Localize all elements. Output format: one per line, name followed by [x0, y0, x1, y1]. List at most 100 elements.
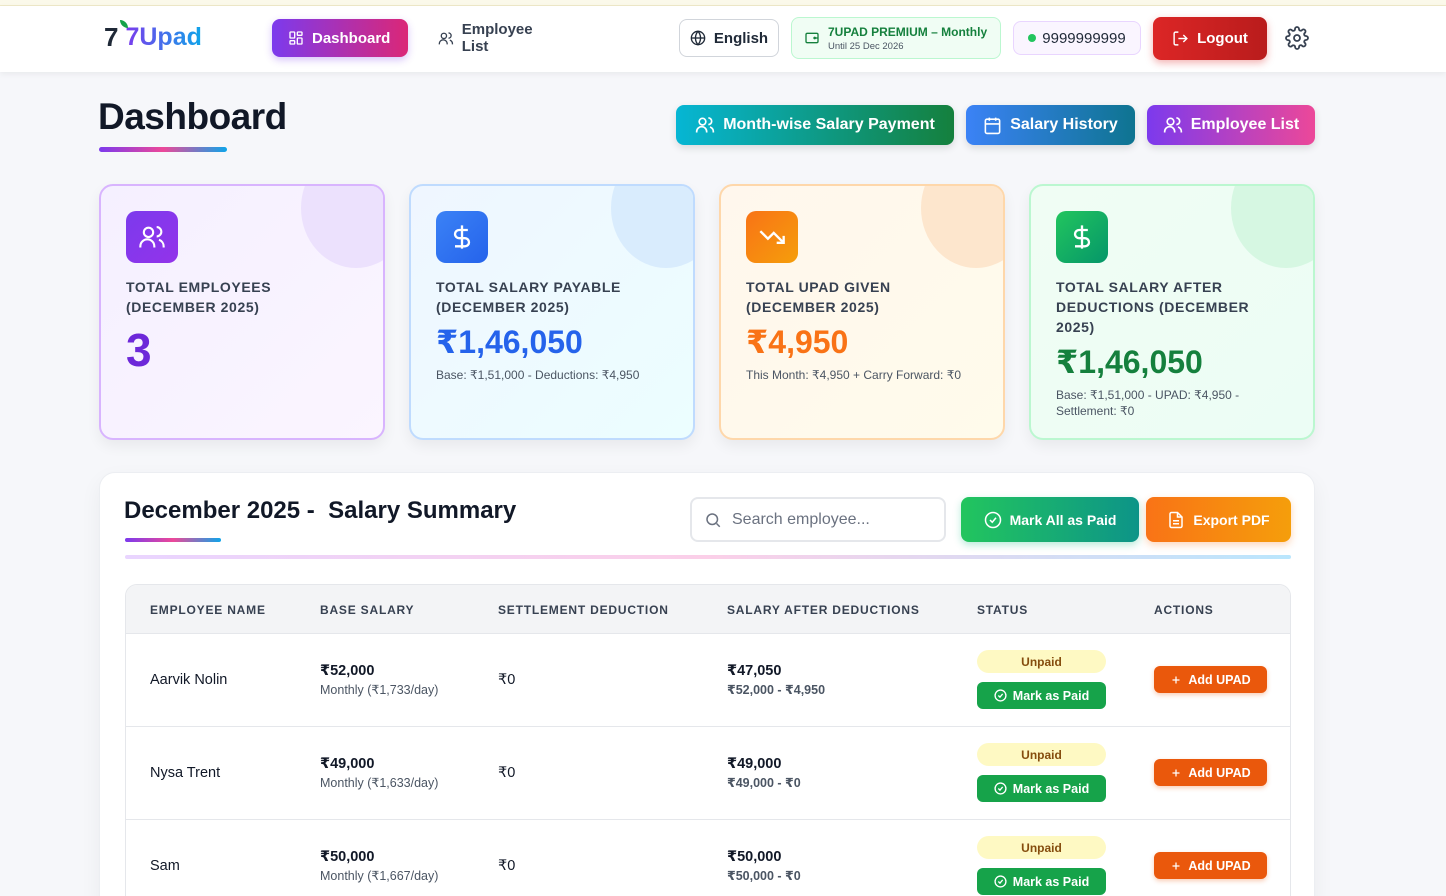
column-header: EMPLOYEE NAME [150, 603, 266, 617]
language-label: English [713, 29, 769, 47]
base-salary-rate: Monthly (₹1,733/day) [320, 683, 439, 697]
language-selector[interactable]: English [679, 19, 779, 57]
status-cell: Unpaid Mark as Paid [977, 836, 1106, 895]
plan-title: 7UPAD PREMIUM – Monthly [828, 24, 988, 39]
settlement-deduction: ₹0 [498, 858, 516, 874]
employee-name[interactable]: Aarvik Nolin [150, 672, 227, 688]
search-box[interactable] [690, 497, 946, 542]
stat-label: TOTAL UPAD GIVEN (DECEMBER 2025) [746, 279, 891, 315]
status-badge: Unpaid [977, 836, 1106, 859]
mark-as-paid-label: Mark as Paid [1012, 688, 1090, 703]
base-salary-rate: Monthly (₹1,633/day) [320, 776, 439, 790]
nav-dashboard-label: Dashboard [312, 29, 391, 47]
status-badge: Unpaid [977, 743, 1106, 766]
base-salary-cell: ₹52,000 Monthly (₹1,733/day) [320, 663, 438, 697]
dollar-icon [436, 211, 488, 263]
logout-button[interactable]: Logout [1153, 17, 1267, 60]
salary-history-button[interactable]: Salary History [966, 105, 1135, 145]
stat-label: TOTAL SALARY AFTER DEDUCTIONS (DECEMBER … [1056, 279, 1250, 335]
monthwise-salary-payment-button[interactable]: Month-wise Salary Payment [676, 105, 954, 145]
status-cell: Unpaid Mark as Paid [977, 743, 1106, 802]
users-icon [696, 117, 715, 133]
add-upad-button[interactable]: Add UPAD [1154, 666, 1267, 693]
logout-label: Logout [1197, 30, 1248, 47]
table-row: Aarvik Nolin ₹52,000 Monthly (₹1,733/day… [126, 634, 1290, 727]
app-logo[interactable]: 7 7Upad [104, 20, 202, 53]
base-salary-cell: ₹49,000 Monthly (₹1,633/day) [320, 756, 438, 790]
employee-list-button[interactable]: Employee List [1147, 105, 1315, 145]
stat-value: 3 [126, 324, 152, 376]
mark-all-paid-label: Mark All as Paid [1009, 511, 1117, 528]
globe-icon [690, 30, 706, 46]
logo-mark: 7 [104, 20, 128, 53]
status-badge: Unpaid [977, 650, 1106, 673]
column-header: STATUS [977, 603, 1029, 617]
check-circle-icon [994, 689, 1007, 702]
column-header: BASE SALARY [320, 603, 415, 617]
premium-plan-badge[interactable]: 7UPAD PREMIUM – Monthly Until 25 Dec 202… [791, 17, 1001, 59]
stat-card-total-employees: TOTAL EMPLOYEES (DECEMBER 2025) 3 [99, 184, 385, 440]
plus-icon [1172, 676, 1180, 683]
phone-badge: 9999999999 [1013, 21, 1141, 55]
page-title: Dashboard [98, 96, 287, 137]
nav-employee-list[interactable]: Employee List [422, 19, 572, 57]
wallet-icon [805, 32, 819, 44]
add-upad-button[interactable]: Add UPAD [1154, 852, 1267, 879]
settings-gear-icon[interactable] [1285, 26, 1309, 50]
mark-as-paid-label: Mark as Paid [1012, 781, 1090, 796]
salary-after-deductions: ₹49,000 [727, 756, 782, 772]
salary-after-deductions: ₹50,000 [727, 849, 782, 865]
status-cell: Unpaid Mark as Paid [977, 650, 1106, 709]
users-icon [438, 31, 454, 44]
stat-label: TOTAL SALARY PAYABLE (DECEMBER 2025) [436, 279, 621, 315]
stat-card-salary-after-deductions: TOTAL SALARY AFTER DEDUCTIONS (DECEMBER … [1029, 184, 1315, 440]
users-icon [126, 211, 178, 263]
salary-calculation: ₹50,000 - ₹0 [727, 869, 801, 883]
add-upad-button[interactable]: Add UPAD [1154, 759, 1267, 786]
column-header: SETTLEMENT DEDUCTION [498, 603, 669, 617]
plus-icon [1172, 769, 1180, 776]
employee-name[interactable]: Nysa Trent [150, 765, 220, 781]
search-input[interactable] [732, 510, 922, 529]
title-underline [99, 147, 227, 152]
settlement-deduction: ₹0 [498, 765, 516, 781]
base-salary-cell: ₹50,000 Monthly (₹1,667/day) [320, 849, 438, 883]
salary-after-deductions-cell: ₹47,050 ₹52,000 - ₹4,950 [727, 663, 825, 697]
stat-value: ₹1,46,050 [436, 324, 583, 360]
salary-calculation: ₹52,000 - ₹4,950 [727, 683, 826, 697]
employee-list-label: Employee List [1190, 116, 1300, 133]
nav-employee-list-label: Employee List [461, 21, 533, 55]
mark-as-paid-button[interactable]: Mark as Paid [977, 775, 1106, 802]
base-salary: ₹49,000 [320, 756, 375, 772]
settlement-deduction: ₹0 [498, 672, 516, 688]
check-circle-icon [984, 511, 1001, 528]
stat-sub: Base: ₹1,51,000 - Deductions: ₹4,950 [436, 368, 640, 382]
base-salary-rate: Monthly (₹1,667/day) [320, 869, 439, 883]
salary-after-deductions-cell: ₹50,000 ₹50,000 - ₹0 [727, 849, 801, 883]
monthwise-salary-payment-label: Month-wise Salary Payment [723, 116, 935, 133]
nav-dashboard[interactable]: Dashboard [272, 19, 408, 57]
salary-history-label: Salary History [1010, 116, 1118, 133]
title-underline [125, 538, 221, 542]
export-pdf-label: Export PDF [1193, 511, 1270, 528]
plan-valid-until: Until 25 Dec 2026 [828, 40, 904, 52]
mark-as-paid-label: Mark as Paid [1012, 874, 1090, 889]
check-circle-icon [994, 875, 1007, 888]
salary-summary-title: December 2025 - Salary Summary [124, 497, 517, 524]
stat-card-salary-payable: TOTAL SALARY PAYABLE (DECEMBER 2025) ₹1,… [409, 184, 695, 440]
dashboard-icon [289, 31, 303, 45]
mark-as-paid-button[interactable]: Mark as Paid [977, 868, 1106, 895]
add-upad-label: Add UPAD [1188, 672, 1251, 687]
base-salary: ₹52,000 [320, 663, 375, 679]
stat-value: ₹1,46,050 [1056, 344, 1203, 380]
mark-all-paid-button[interactable]: Mark All as Paid [961, 497, 1139, 542]
trending-down-icon [746, 211, 798, 263]
top-navbar: 7 7Upad Dashboard Employee List English … [0, 6, 1446, 72]
employee-name[interactable]: Sam [150, 858, 180, 874]
mark-as-paid-button[interactable]: Mark as Paid [977, 682, 1106, 709]
stat-card-upad-given: TOTAL UPAD GIVEN (DECEMBER 2025) ₹4,950 … [719, 184, 1005, 440]
export-pdf-button[interactable]: Export PDF [1146, 497, 1291, 542]
search-icon [706, 512, 721, 527]
file-text-icon [1169, 511, 1184, 528]
phone-number: 9999999999 [1042, 29, 1126, 47]
